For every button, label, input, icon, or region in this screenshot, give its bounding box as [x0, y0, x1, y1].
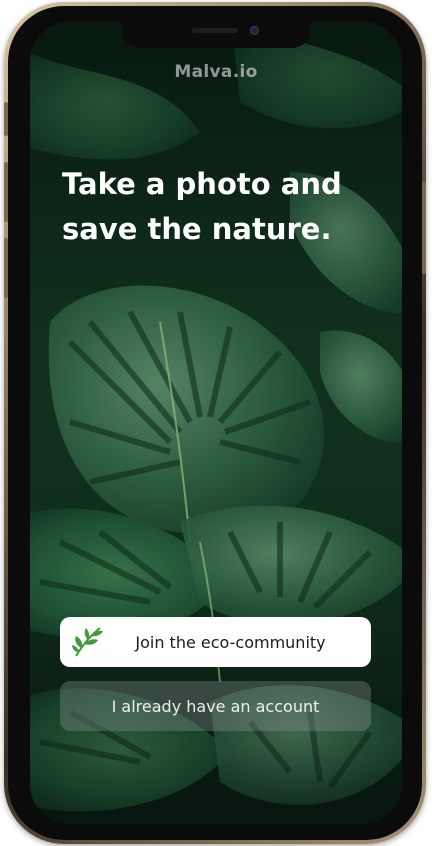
- phone-notch: [122, 22, 310, 48]
- screen: Malva.io Take a photo and save the natur…: [30, 22, 402, 824]
- hero-headline: Take a photo and save the nature.: [62, 167, 342, 246]
- join-community-button[interactable]: Join the eco-community: [60, 617, 371, 667]
- front-camera: [250, 26, 259, 35]
- join-community-label: Join the eco-community: [135, 632, 326, 652]
- speaker-grille: [192, 28, 238, 33]
- leaf-icon: [72, 627, 103, 657]
- power-button: [422, 182, 426, 274]
- existing-account-label: I already have an account: [111, 696, 320, 716]
- brand-logo: Malva.io: [174, 62, 258, 82]
- existing-account-button[interactable]: I already have an account: [60, 681, 371, 731]
